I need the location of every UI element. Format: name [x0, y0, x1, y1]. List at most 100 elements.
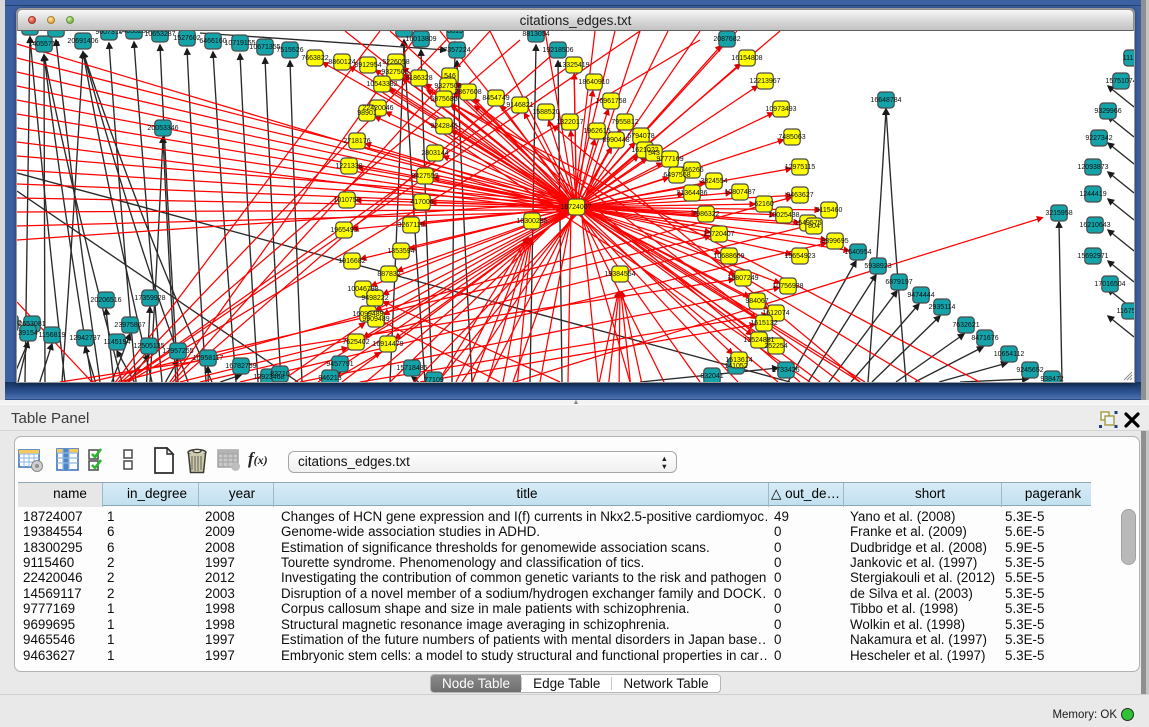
svg-text:9146821: 9146821	[506, 102, 533, 109]
svg-text:9498222: 9498222	[361, 295, 388, 302]
svg-text:546: 546	[444, 73, 456, 80]
svg-text:8813054: 8813054	[522, 31, 549, 38]
svg-text:1244419: 1244419	[1079, 191, 1106, 198]
svg-text:2932371: 2932371	[42, 31, 69, 33]
svg-text:15718485: 15718485	[396, 365, 427, 372]
svg-text:2803144: 2803144	[421, 150, 448, 157]
svg-text:3215958: 3215958	[1045, 210, 1072, 217]
svg-text:9245652: 9245652	[1016, 367, 1043, 374]
svg-text:832041: 832041	[700, 373, 723, 380]
svg-text:1916682: 1916682	[338, 258, 365, 265]
svg-text:15720407: 15720407	[703, 231, 734, 238]
svg-text:8912954: 8912954	[354, 62, 381, 69]
svg-text:8860124: 8860124	[328, 59, 355, 66]
svg-text:9909489: 9909489	[362, 316, 389, 323]
svg-text:62160: 62160	[754, 201, 774, 208]
svg-text:9242845: 9242845	[430, 123, 457, 130]
svg-text:11123: 11123	[1123, 55, 1134, 62]
svg-text:8427552: 8427552	[411, 173, 438, 180]
svg-text:746266: 746266	[680, 167, 703, 174]
svg-text:14055712: 14055712	[28, 41, 59, 48]
svg-text:12942737: 12942737	[69, 335, 100, 342]
svg-text:10046798: 10046798	[347, 286, 378, 293]
svg-text:2935114: 2935114	[929, 304, 956, 311]
svg-text:1353594: 1353594	[387, 248, 414, 255]
svg-text:7955812: 7955812	[611, 119, 638, 126]
svg-text:1612074: 1612074	[762, 310, 789, 317]
svg-text:16914479: 16914479	[372, 341, 403, 348]
svg-text:15751074: 15751074	[1105, 78, 1134, 85]
svg-text:8186328: 8186328	[405, 75, 432, 82]
svg-text:17016504: 17016504	[1094, 281, 1125, 288]
svg-text:1513614: 1513614	[725, 357, 752, 364]
svg-text:10807487: 10807487	[724, 189, 755, 196]
svg-text:10756928: 10756928	[772, 283, 803, 290]
svg-text:9777169: 9777169	[656, 156, 683, 163]
svg-text:938472: 938472	[1040, 376, 1063, 382]
svg-text:18640910: 18640910	[578, 79, 609, 86]
svg-text:252254: 252254	[764, 343, 787, 350]
svg-text:2653081: 2653081	[18, 321, 45, 328]
svg-text:10973493: 10973493	[765, 106, 796, 113]
svg-text:12975115: 12975115	[785, 164, 816, 171]
svg-text:18807249: 18807249	[727, 275, 758, 282]
svg-text:1527602: 1527602	[173, 35, 200, 42]
svg-text:16648784: 16648784	[870, 97, 901, 104]
svg-text:16782759: 16782759	[225, 363, 256, 370]
svg-text:8454749: 8454749	[482, 95, 509, 102]
svg-text:98901: 98901	[357, 110, 377, 117]
svg-text:2087682: 2087682	[713, 36, 740, 43]
svg-text:16210643: 16210643	[1079, 222, 1110, 229]
svg-text:13325419: 13325419	[558, 62, 589, 69]
svg-text:15692971: 15692971	[1077, 253, 1108, 260]
svg-text:16013809: 16013809	[405, 36, 436, 43]
svg-text:7357224: 7357224	[443, 47, 470, 54]
svg-text:9329966: 9329966	[1094, 108, 1121, 115]
svg-text:887832: 887832	[377, 271, 400, 278]
svg-text:20691406: 20691406	[67, 38, 98, 45]
svg-text:1615132: 1615132	[750, 320, 777, 327]
svg-text:9474444: 9474444	[907, 292, 934, 299]
svg-text:141052: 141052	[724, 363, 747, 370]
svg-text:16961758: 16961758	[595, 98, 626, 105]
svg-text:8813: 8813	[447, 31, 463, 35]
svg-text:5938923: 5938923	[864, 263, 891, 270]
svg-text:20053346: 20053346	[147, 125, 178, 132]
svg-text:10543382: 10543382	[366, 81, 397, 88]
svg-text:7663822: 7663822	[301, 55, 328, 62]
svg-text:9227342: 9227342	[1085, 135, 1112, 142]
svg-text:12093873: 12093873	[1077, 164, 1108, 171]
svg-text:1010755: 1010755	[333, 197, 360, 204]
svg-text:1145194: 1145194	[104, 339, 131, 346]
svg-text:23975867: 23975867	[114, 322, 145, 329]
svg-text:7485063: 7485063	[778, 134, 805, 141]
svg-text:417006: 417006	[410, 199, 433, 206]
svg-text:946213: 946213	[318, 375, 341, 382]
svg-text:9115460: 9115460	[816, 207, 843, 214]
svg-text:5875685: 5875685	[430, 96, 457, 103]
svg-text:1965493: 1965493	[330, 227, 357, 234]
svg-text:5226058: 5226058	[382, 59, 409, 66]
svg-text:6879197: 6879197	[885, 279, 912, 286]
svg-text:12213967: 12213967	[749, 78, 780, 85]
svg-text:9899695: 9899695	[821, 238, 848, 245]
svg-text:10688609: 10688609	[713, 253, 744, 260]
svg-text:16154808: 16154808	[731, 55, 762, 62]
svg-text:1588520: 1588520	[532, 109, 559, 116]
svg-text:20206516: 20206516	[90, 297, 121, 304]
svg-text:8471676: 8471676	[971, 335, 998, 342]
svg-text:18300295: 18300295	[516, 218, 547, 225]
svg-text:1322017: 1322017	[556, 119, 583, 126]
svg-text:3824554: 3824554	[700, 178, 727, 185]
svg-text:17957255: 17957255	[162, 348, 193, 355]
svg-text:7515526: 7515526	[276, 47, 303, 54]
svg-text:18724007: 18724007	[560, 204, 591, 211]
svg-text:2867608: 2867608	[454, 89, 481, 96]
svg-text:1733426: 1733426	[772, 367, 799, 374]
svg-text:1962615: 1962615	[583, 128, 610, 135]
svg-text:21364436: 21364436	[676, 190, 707, 197]
svg-text:19218506: 19218506	[542, 47, 573, 54]
svg-text:6794078: 6794078	[627, 133, 654, 140]
svg-text:18812174: 18812174	[388, 31, 419, 33]
svg-text:9457791: 9457791	[326, 361, 353, 368]
